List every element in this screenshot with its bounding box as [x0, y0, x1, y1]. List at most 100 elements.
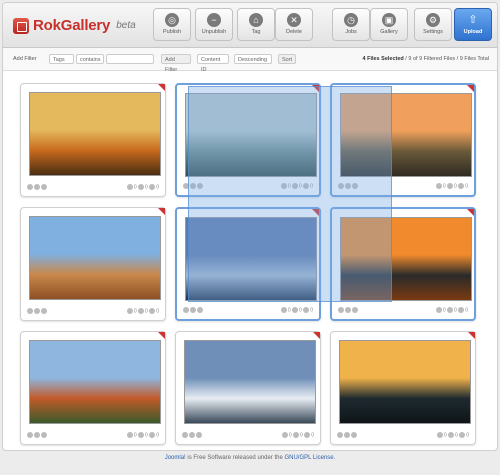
- thumbnail-image[interactable]: [29, 216, 161, 300]
- info-icon[interactable]: [27, 432, 33, 438]
- add-filter-label: Add Filter: [13, 56, 37, 62]
- item-stats: 0 0 0: [435, 183, 468, 190]
- views-count: 0: [133, 432, 137, 439]
- views-icon: [435, 307, 442, 313]
- edit-icon[interactable]: [345, 307, 351, 313]
- filter-field-select[interactable]: Tags: [49, 54, 74, 64]
- sort-direction-select[interactable]: Descending: [234, 54, 272, 64]
- edit-icon[interactable]: [34, 432, 40, 438]
- settings-button[interactable]: ⚙ Settings: [414, 8, 452, 41]
- item-actions: [337, 432, 358, 438]
- info-icon[interactable]: [337, 432, 343, 438]
- tags-icon: [459, 432, 466, 438]
- views-icon: [280, 307, 287, 313]
- item-meta: 0 0 0: [182, 431, 314, 440]
- tags-icon: [149, 432, 156, 438]
- tags-count: 0: [465, 183, 468, 190]
- tag-button[interactable]: ⌂ Tag: [237, 8, 275, 41]
- gallery-item-rock-arch[interactable]: 0 0 0: [20, 207, 166, 321]
- item-actions: [183, 307, 204, 313]
- info-icon[interactable]: [183, 307, 189, 313]
- info-icon[interactable]: [27, 308, 33, 314]
- tag-icon: ⌂: [249, 13, 263, 27]
- likes-icon: [447, 307, 454, 313]
- drag-selection-rectangle: [188, 86, 392, 302]
- likes-icon: [293, 432, 300, 438]
- tags-icon: [149, 308, 156, 314]
- delete-button[interactable]: ✕ Delete: [275, 8, 313, 41]
- gallery-button[interactable]: ▣ Gallery: [370, 8, 408, 41]
- button-label: Gallery: [380, 29, 398, 35]
- info-icon[interactable]: [182, 432, 188, 438]
- likes-icon: [447, 183, 454, 189]
- filter-value-input[interactable]: [106, 54, 154, 64]
- tags-count: 0: [310, 307, 313, 314]
- unpublished-flag-icon: [468, 332, 475, 339]
- tags-icon: [458, 307, 465, 313]
- button-label: Upload: [463, 29, 483, 35]
- item-meta: 0 0 0: [27, 431, 159, 440]
- footer: Joomla! is Free Software released under …: [0, 455, 500, 461]
- unpublish-button[interactable]: − Unpublish: [195, 8, 233, 41]
- filter-operator-select[interactable]: contains: [76, 54, 104, 64]
- likes-icon: [138, 308, 145, 314]
- item-stats: 0 0 0: [280, 307, 313, 314]
- tag-icon[interactable]: [352, 307, 358, 313]
- upload-button[interactable]: ⇧ Upload: [454, 8, 492, 41]
- unpublished-flag-icon: [467, 85, 474, 92]
- thumbnail-image[interactable]: [29, 92, 161, 176]
- likes-count: 0: [454, 183, 457, 190]
- tags-count: 0: [311, 432, 314, 439]
- item-stats: 0 0 0: [436, 432, 469, 438]
- gallery-item-tropical-sunset[interactable]: 0 0 0: [330, 331, 476, 445]
- sort-button[interactable]: Sort: [278, 54, 296, 64]
- gallery-item-red-rocks[interactable]: 0 0 0: [20, 331, 166, 445]
- tag-icon[interactable]: [41, 184, 47, 190]
- unpublished-flag-icon: [158, 332, 165, 339]
- add-filter-button[interactable]: Add Filter: [161, 54, 191, 73]
- button-label: Delete: [286, 29, 302, 35]
- edit-icon[interactable]: [344, 432, 350, 438]
- likes-count: 0: [145, 432, 148, 439]
- tags-icon: [149, 184, 156, 190]
- unpublished-flag-icon: [158, 208, 165, 215]
- publish-button[interactable]: ◎ Publish: [153, 8, 191, 41]
- views-icon: [126, 184, 133, 190]
- tag-icon[interactable]: [197, 307, 203, 313]
- license-link[interactable]: GNU/GPL License.: [284, 455, 335, 461]
- tag-icon[interactable]: [351, 432, 357, 438]
- thumbnail-image[interactable]: [184, 340, 316, 424]
- tags-icon: [304, 432, 311, 438]
- edit-icon[interactable]: [190, 307, 196, 313]
- edit-icon[interactable]: [34, 184, 40, 190]
- likes-count: 0: [145, 308, 148, 315]
- gallery-item-snowy-mountains[interactable]: 0 0 0: [175, 331, 321, 445]
- button-label: Settings: [423, 29, 443, 35]
- minus-circle-icon: −: [207, 13, 221, 27]
- unpublished-flag-icon: [313, 332, 320, 339]
- views-count: 0: [133, 184, 137, 191]
- views-count: 0: [287, 307, 291, 314]
- item-stats: 0 0 0: [126, 308, 159, 315]
- item-actions: [182, 432, 203, 438]
- edit-icon[interactable]: [189, 432, 195, 438]
- views-count: 0: [133, 308, 137, 315]
- unpublished-flag-icon: [467, 209, 474, 216]
- item-meta: 0 0 0: [27, 183, 159, 192]
- joomla-link[interactable]: Joomla!: [165, 455, 186, 461]
- info-icon[interactable]: [27, 184, 33, 190]
- tag-icon[interactable]: [41, 432, 47, 438]
- tag-icon[interactable]: [196, 432, 202, 438]
- likes-icon: [138, 432, 145, 438]
- tags-icon: [458, 183, 465, 189]
- sort-field-select[interactable]: Content ID: [197, 54, 229, 73]
- item-stats: 0 0 0: [281, 432, 314, 439]
- thumbnail-image[interactable]: [29, 340, 161, 424]
- tag-icon[interactable]: [41, 308, 47, 314]
- gallery-item-autumn-forest[interactable]: 0 0 0: [20, 83, 166, 197]
- item-actions: [27, 184, 48, 190]
- jobs-button[interactable]: ◷ Jobs: [332, 8, 370, 41]
- thumbnail-image[interactable]: [339, 340, 471, 424]
- edit-icon[interactable]: [34, 308, 40, 314]
- info-icon[interactable]: [338, 307, 344, 313]
